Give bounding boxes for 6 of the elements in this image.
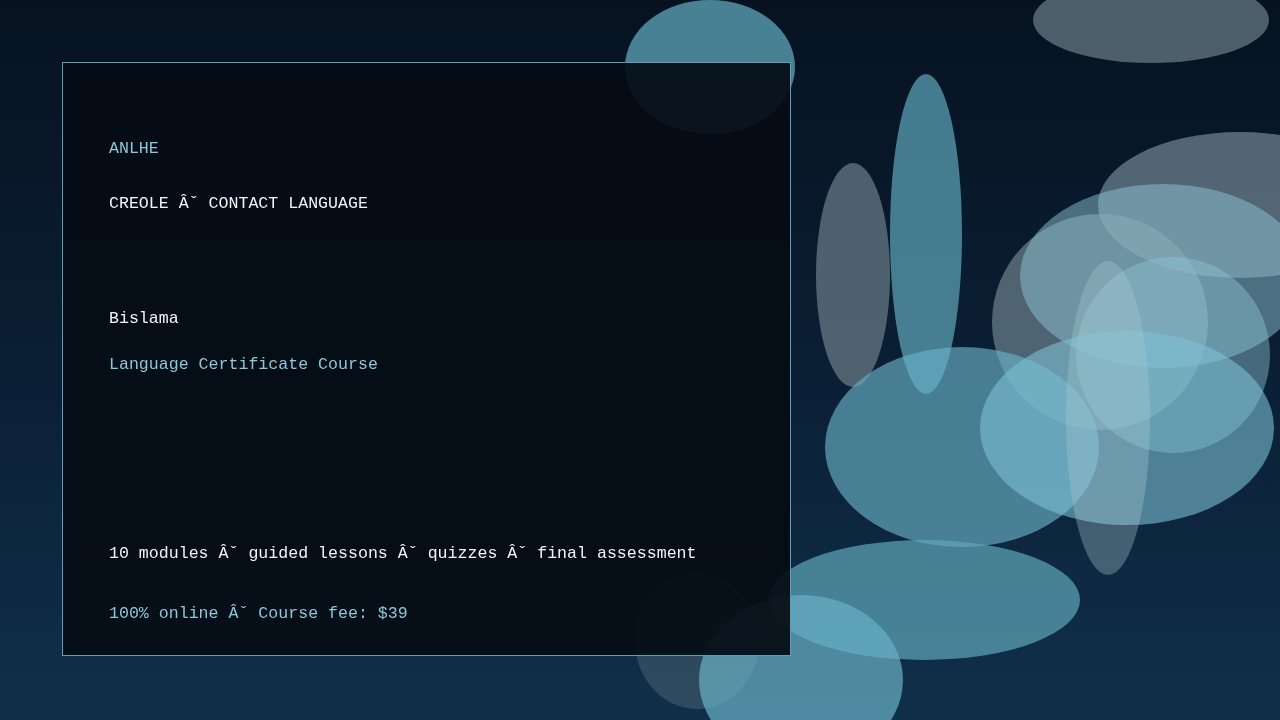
course-title: Bislama bbox=[109, 309, 179, 329]
course-subtitle: Language Certificate Course bbox=[109, 355, 378, 375]
pricing-line: 100% online Âˇ Course fee: $39 bbox=[109, 604, 408, 624]
brand-name: ANLHE bbox=[109, 139, 159, 159]
category-label: CREOLE Âˇ CONTACT LANGUAGE bbox=[109, 194, 368, 214]
course-details: 10 modules Âˇ guided lessons Âˇ quizzes Âˇ final assessment bbox=[109, 544, 697, 564]
